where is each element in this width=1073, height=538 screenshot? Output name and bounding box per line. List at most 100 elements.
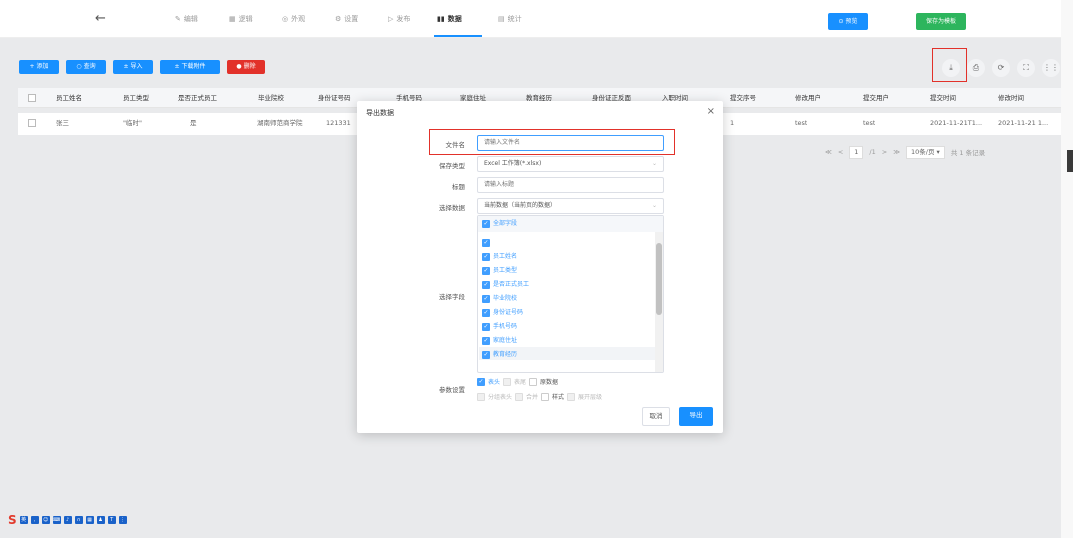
nav-appearance[interactable]: ◎ 外观 <box>282 14 305 24</box>
ime-menu-icon[interactable]: ⋮ <box>118 516 127 524</box>
field-scrollbar[interactable] <box>655 232 663 372</box>
col-header[interactable]: 提交时间 <box>930 88 956 107</box>
print-icon[interactable]: ⎙ <box>967 59 985 77</box>
table-cell: 2021-11-21 1... <box>998 119 1049 127</box>
caption-input[interactable] <box>477 177 664 193</box>
col-header[interactable]: 修改时间 <box>998 88 1024 107</box>
pager-next[interactable]: > <box>882 148 887 156</box>
col-header[interactable]: 员工姓名 <box>56 88 82 107</box>
nav-settings[interactable]: ⚙ 设置 <box>335 14 358 24</box>
table-cell: test <box>863 119 876 127</box>
pager-first[interactable]: ≪ <box>825 148 832 156</box>
param-original-label: 原数据 <box>540 379 559 386</box>
param-expand-label: 展开层级 <box>578 394 603 401</box>
pager-last[interactable]: ≫ <box>893 148 900 156</box>
checkbox-checked-icon: ✓ <box>482 351 490 359</box>
col-header[interactable]: 员工类型 <box>123 88 149 107</box>
chart-bar-icon: ▮▮ <box>437 15 445 23</box>
dialog-title: 导出数据 <box>366 109 394 117</box>
page-size-select[interactable]: 10条/页 ▾ <box>906 145 945 159</box>
field-label: 毕业院校 <box>493 295 518 302</box>
ime-user-icon[interactable]: ♟ <box>96 516 105 524</box>
checkbox-unchecked-icon[interactable] <box>529 377 538 386</box>
field-checkbox[interactable]: ✓ <box>482 236 493 250</box>
close-icon[interactable]: × <box>707 106 715 117</box>
row-checkbox[interactable] <box>28 119 36 127</box>
download-attachment-button[interactable]: ± 下载附件 <box>160 60 220 74</box>
query-button[interactable]: ○ 查询 <box>66 60 106 74</box>
select-all-checkbox[interactable] <box>28 94 36 102</box>
col-header[interactable]: 提交序号 <box>730 88 756 107</box>
field-label: 是否正式员工 <box>493 281 530 288</box>
fullscreen-icon[interactable]: ⛶ <box>1017 59 1035 77</box>
ime-emoji-icon[interactable]: ☺ <box>41 516 50 524</box>
columns-icon[interactable]: ⋮⋮ <box>1042 59 1060 77</box>
ime-grid-icon[interactable]: ▦ <box>85 516 94 524</box>
nav-stats[interactable]: ▤ 统计 <box>498 14 522 24</box>
field-checkbox[interactable]: ✓ 教育经历 <box>482 348 517 362</box>
col-header[interactable]: 是否正式员工 <box>178 88 217 107</box>
cancel-button[interactable]: 取消 <box>642 407 670 426</box>
col-header[interactable]: 修改用户 <box>795 88 821 107</box>
refresh-icon[interactable]: ⟳ <box>992 59 1010 77</box>
ime-mic-icon[interactable]: ♪ <box>63 516 72 524</box>
field-checkbox[interactable]: ✓ 员工姓名 <box>482 250 517 264</box>
page-size-value: 10条/页 <box>911 147 935 156</box>
checkbox-checked-icon: ✓ <box>482 309 490 317</box>
sogou-logo-icon[interactable]: S <box>8 513 17 527</box>
action-toolbar: + 添加 ○ 查询 ± 导入 ± 下载附件 ● 删除 <box>0 46 1073 86</box>
nav-edit[interactable]: ✎ 编辑 <box>175 14 198 24</box>
field-checkbox[interactable]: ✓ 身份证号码 <box>482 306 523 320</box>
pager-current-page[interactable]: 1 <box>849 145 864 159</box>
add-button[interactable]: + 添加 <box>19 60 59 74</box>
all-fields-checkbox[interactable]: ✓ 全部字段 <box>482 217 517 231</box>
nav-appearance-label: 外观 <box>291 15 306 23</box>
chevron-down-icon: ▾ <box>936 147 940 156</box>
delete-button[interactable]: ● 删除 <box>227 60 265 74</box>
ime-shirt-icon[interactable]: T <box>107 516 116 524</box>
pager-prev[interactable]: < <box>838 148 843 156</box>
col-header[interactable]: 毕业院校 <box>258 88 284 107</box>
export-button[interactable]: 导出 <box>679 407 713 426</box>
select-data-label: 选择数据 <box>439 204 465 212</box>
stats-icon: ▤ <box>498 15 505 23</box>
import-button[interactable]: ± 导入 <box>113 60 153 74</box>
ime-lang-icon[interactable]: 英 <box>19 516 28 524</box>
col-header[interactable]: 身份证号码 <box>318 88 351 107</box>
scrollbar-thumb[interactable] <box>656 243 662 315</box>
checkbox-checked-icon: ✓ <box>482 337 490 345</box>
select-data-select[interactable]: 当前数据（当前页的数据） ⌄ <box>477 198 664 214</box>
field-label: 员工类型 <box>493 267 518 274</box>
nav-data[interactable]: ▮▮ 数据 <box>437 14 462 24</box>
save-type-select[interactable]: Excel 工作簿(*.xlsx) ⌄ <box>477 156 664 172</box>
ime-keyboard-icon[interactable]: ⌨ <box>52 516 61 524</box>
nav-logic-label: 逻辑 <box>238 15 253 23</box>
select-data-value: 当前数据（当前页的数据） <box>484 202 557 209</box>
field-checkbox[interactable]: ✓ 是否正式员工 <box>482 278 529 292</box>
checkbox-checked-icon[interactable]: ✓ <box>477 377 485 386</box>
field-label: 手机号码 <box>493 323 518 330</box>
col-header[interactable]: 提交用户 <box>863 88 889 107</box>
save-as-template-button[interactable]: 保存为模板 <box>916 13 966 30</box>
side-handle[interactable] <box>1067 150 1073 172</box>
chevron-down-icon: ⌄ <box>651 160 657 167</box>
preview-button[interactable]: ⊙ 预览 <box>828 13 868 30</box>
field-checkbox[interactable]: ✓ 手机号码 <box>482 320 517 334</box>
back-arrow-icon[interactable]: ← <box>95 11 106 26</box>
checkbox-unchecked-icon[interactable] <box>541 392 550 401</box>
table-cell: 1 <box>730 119 735 127</box>
checkbox-checked-icon: ✓ <box>482 323 490 331</box>
field-checkbox[interactable]: ✓ 家庭住址 <box>482 334 517 348</box>
nav-data-label: 数据 <box>447 15 462 23</box>
eye-icon: ◎ <box>282 15 289 23</box>
ime-punct-icon[interactable]: , <box>30 516 39 524</box>
param-footer-label: 表尾 <box>514 379 527 386</box>
nav-logic[interactable]: ▦ 逻辑 <box>229 14 253 24</box>
ime-headset-icon[interactable]: ∩ <box>74 516 83 524</box>
checkbox-disabled-icon <box>477 392 485 401</box>
field-checkbox[interactable]: ✓ 毕业院校 <box>482 292 517 306</box>
nav-publish[interactable]: ▷ 发布 <box>388 14 410 24</box>
field-checkbox[interactable]: ✓ 员工类型 <box>482 264 517 278</box>
all-fields-label: 全部字段 <box>493 220 518 227</box>
pager-total-pages: /1 <box>869 148 876 156</box>
